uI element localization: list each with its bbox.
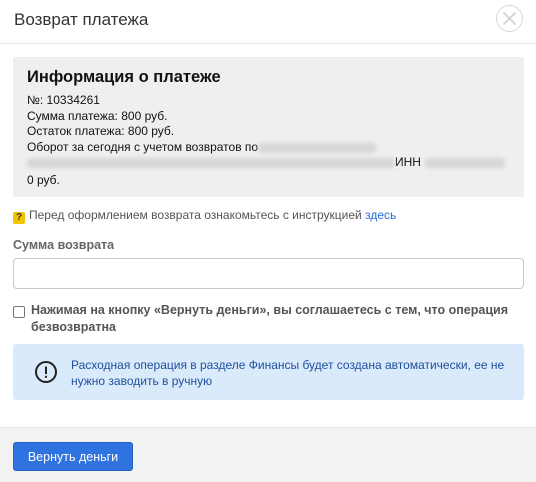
agreement-checkbox[interactable] xyxy=(13,306,25,318)
dialog-title: Возврат платежа xyxy=(14,10,149,29)
dialog-header: Возврат платежа xyxy=(0,0,536,44)
payment-info-title: Информация о платеже xyxy=(27,68,221,86)
payment-info-panel: Информация о платеже №: 10334261 Сумма п… xyxy=(13,57,524,197)
hint-text: Перед оформлением возврата ознакомьтесь … xyxy=(29,208,362,222)
instruction-link[interactable]: здесь xyxy=(365,208,396,222)
refund-dialog: Возврат платежа Информация о платеже №: … xyxy=(0,0,536,482)
inn-line: ИНН xyxy=(27,155,505,169)
redacted-org-name xyxy=(258,142,377,153)
refund-button[interactable]: Вернуть деньги xyxy=(13,442,133,471)
refund-amount-input[interactable] xyxy=(13,258,524,289)
question-badge-icon: ? xyxy=(13,212,25,224)
payment-number: №: 10334261 xyxy=(27,93,100,107)
turnover-prefix: Оборот за сегодня с учетом возвратов по xyxy=(27,140,259,154)
notice-text: Расходная операция в разделе Финансы буд… xyxy=(71,358,505,388)
payment-amount: Сумма платежа: 800 руб. xyxy=(27,109,168,123)
redacted-org-name-cont xyxy=(27,157,395,168)
redacted-inn xyxy=(424,157,505,168)
payment-remainder: Остаток платежа: 800 руб. xyxy=(27,124,175,138)
agreement-text: Нажимая на кнопку «Вернуть деньги», вы с… xyxy=(31,303,509,334)
turnover-value: 0 руб. xyxy=(27,173,60,187)
turnover-line: Оборот за сегодня с учетом возвратов по xyxy=(27,140,377,154)
dialog-footer: Вернуть деньги xyxy=(0,427,536,482)
close-icon xyxy=(503,12,516,25)
finance-notice: Расходная операция в разделе Финансы буд… xyxy=(13,344,524,400)
inn-label: ИНН xyxy=(395,155,421,169)
close-button[interactable] xyxy=(496,5,523,32)
refund-amount-label: Сумма возврата xyxy=(13,238,115,252)
exclamation-circle-icon xyxy=(35,361,57,383)
instruction-hint: ? Перед оформлением возврата ознакомьтесь… xyxy=(13,208,396,224)
